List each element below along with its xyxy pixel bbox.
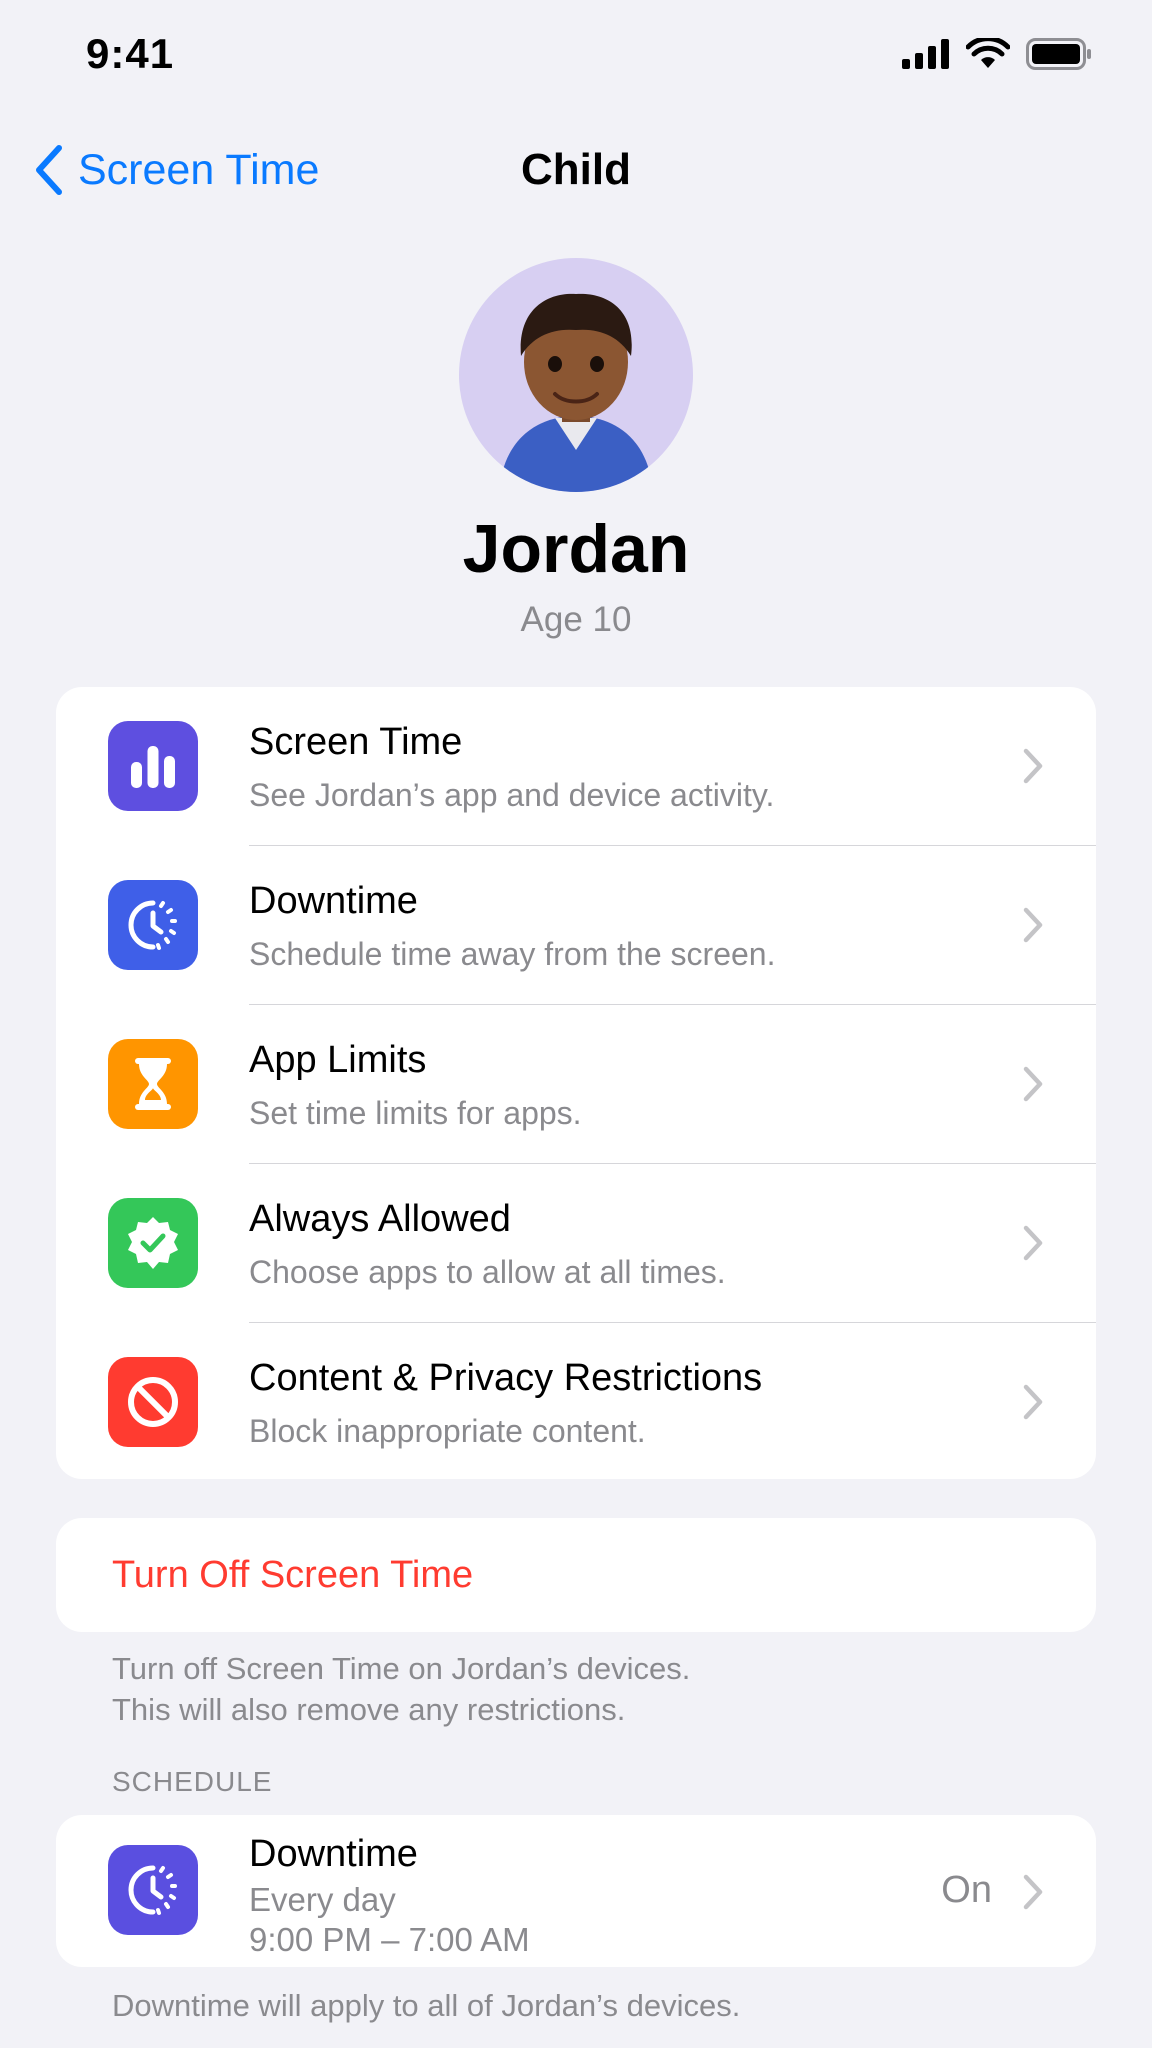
menu-item-title: Content & Privacy Restrictions	[249, 1357, 763, 1399]
schedule-title: Downtime	[249, 1833, 418, 1875]
menu-item-subtitle: See Jordan’s app and device activity.	[249, 777, 775, 813]
menu-item-title: App Limits	[249, 1039, 427, 1081]
schedule-frequency: Every day	[249, 1881, 396, 1918]
bar-chart-icon	[108, 721, 198, 811]
turn-off-footnote: Turn off Screen Time on Jordan’s devices…	[112, 1648, 690, 1730]
battery-icon	[1026, 38, 1091, 70]
menu-item-title: Screen Time	[249, 721, 463, 763]
status-time: 9:41	[86, 30, 175, 77]
chevron-right-icon	[1023, 1384, 1043, 1420]
settings-menu-card: Screen Time See Jordan’s app and device …	[56, 687, 1096, 1479]
chevron-right-icon	[1023, 1225, 1043, 1261]
downtime-clock-icon	[108, 1845, 198, 1935]
menu-item-subtitle: Set time limits for apps.	[249, 1095, 582, 1131]
chevron-right-icon	[1023, 748, 1043, 784]
menu-item-subtitle: Block inappropriate content.	[249, 1413, 646, 1449]
menu-item-app-limits[interactable]: App Limits Set time limits for apps.	[56, 1005, 1096, 1164]
checkmark-seal-icon	[108, 1198, 198, 1288]
profile-age: Age 10	[520, 600, 632, 639]
menu-item-always-allowed[interactable]: Always Allowed Choose apps to allow at a…	[56, 1164, 1096, 1323]
profile-name: Jordan	[462, 511, 690, 587]
menu-item-screen-time[interactable]: Screen Time See Jordan’s app and device …	[56, 687, 1096, 846]
schedule-time-range: 9:00 PM – 7:00 AM	[249, 1921, 530, 1958]
back-button-label: Screen Time	[78, 145, 320, 194]
schedule-section-header: SCHEDULE	[112, 1766, 273, 1797]
navigation-bar: Screen Time Child	[0, 130, 1152, 210]
cellular-signal-icon	[902, 39, 949, 69]
schedule-footnote: Downtime will apply to all of Jordan’s d…	[112, 1988, 741, 2023]
chevron-right-icon	[1023, 1066, 1043, 1102]
downtime-clock-icon	[108, 880, 198, 970]
status-icons	[902, 38, 1092, 70]
chevron-right-icon	[1023, 1874, 1043, 1910]
memoji-avatar-icon	[499, 293, 653, 492]
turn-off-footnote-line: This will also remove any restrictions.	[112, 1692, 626, 1727]
hourglass-icon	[108, 1039, 198, 1129]
menu-item-subtitle: Schedule time away from the screen.	[249, 936, 776, 972]
turn-off-footnote-line: Turn off Screen Time on Jordan’s devices…	[112, 1651, 691, 1686]
chevron-right-icon	[1023, 907, 1043, 943]
chevron-left-icon	[36, 145, 62, 195]
prohibited-icon	[108, 1357, 198, 1447]
turn-off-label: Turn Off Screen Time	[112, 1554, 474, 1596]
menu-item-title: Downtime	[249, 880, 418, 922]
avatar	[459, 258, 693, 492]
back-button[interactable]: Screen Time	[34, 130, 319, 210]
menu-item-title: Always Allowed	[249, 1198, 511, 1240]
schedule-downtime-row[interactable]: Downtime Every day 9:00 PM – 7:00 AM On	[56, 1815, 1096, 1967]
status-bar: 9:41	[0, 0, 1152, 120]
wifi-icon	[966, 38, 1010, 68]
schedule-status: On	[941, 1869, 992, 1911]
menu-item-downtime[interactable]: Downtime Schedule time away from the scr…	[56, 846, 1096, 1005]
menu-item-content-privacy[interactable]: Content & Privacy Restrictions Block ina…	[56, 1323, 1096, 1479]
menu-item-subtitle: Choose apps to allow at all times.	[249, 1254, 726, 1290]
turn-off-screen-time-button[interactable]: Turn Off Screen Time	[56, 1518, 1096, 1632]
